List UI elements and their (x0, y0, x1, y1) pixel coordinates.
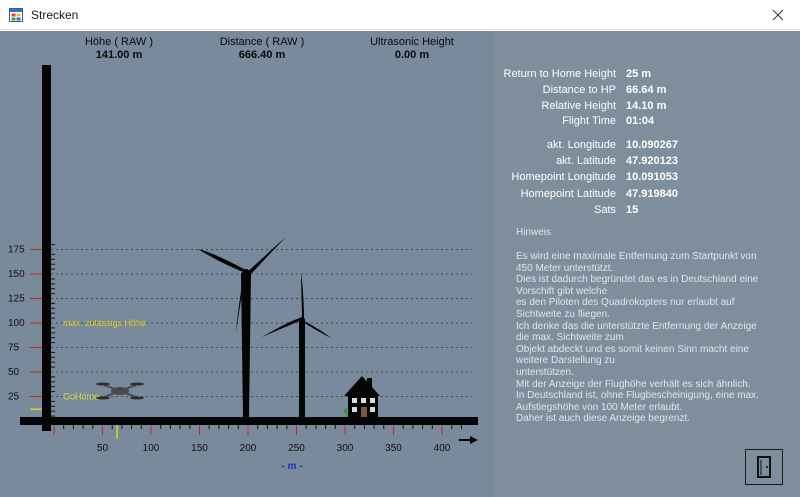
drone-icon (96, 382, 144, 400)
info-row-value: 25 m (626, 68, 652, 80)
home-point-house-icon (343, 376, 380, 418)
reference-line-label: GoHome (63, 392, 99, 402)
app-icon (9, 8, 23, 22)
info-row-label: akt. Longitude (546, 139, 616, 151)
hinweis-line: Daher ist auch diese Anzeige begrenzt. (516, 413, 690, 425)
grid-layer (51, 249, 472, 373)
y-axis (42, 65, 51, 431)
x-tick-label: 150 (191, 443, 208, 454)
hinweis-line: weitere Darstellung zu (516, 355, 615, 367)
info-row-value: 14.10 m (626, 100, 667, 112)
info-row: Homepoint Latitude 47.919840 (494, 188, 800, 204)
hinweis-line: Dies ist dadurch begründet das es in Deu… (516, 274, 759, 286)
info-row: Return to Home Height 25 m (494, 68, 800, 84)
hinweis-line: In Deutschland ist, ohne Flugbescheinigu… (516, 390, 759, 402)
info-row: Homepoint Longitude 10.091053 (494, 171, 800, 187)
hinweis-line: Objekt abdeckt und es somit keinen Sinn … (516, 343, 749, 355)
x-tick-label: 350 (385, 443, 402, 454)
chart-canvas: max. zulässigs Höhe GoHome 25507510012515… (8, 65, 478, 454)
wind-turbine-small-icon (262, 273, 331, 417)
exit-door-icon (757, 456, 771, 478)
hinweis-line: Ich denke das die unterstützte Entfernun… (516, 320, 757, 332)
y-tick-label: 50 (8, 367, 20, 378)
hinweis-line: Vorschift gibt welche (516, 285, 608, 297)
info-row-value: 10.090267 (626, 139, 678, 151)
x-tick-label: 250 (288, 443, 305, 454)
info-row: akt. Latitude 47.920123 (494, 155, 800, 171)
x-axis (20, 417, 478, 425)
height-distance-chart: Höhe ( RAW ) 141.00 m Distance ( RAW ) 6… (0, 31, 494, 497)
info-row-label: Sats (593, 204, 616, 216)
y-tick-label: 125 (8, 294, 25, 305)
exit-button[interactable] (745, 449, 783, 485)
close-icon (772, 9, 784, 21)
info-row-label: Flight Time (562, 115, 616, 127)
window-title: Strecken (31, 8, 79, 22)
info-row-value: 47.920123 (626, 155, 678, 167)
info-row-label: Relative Height (541, 100, 616, 112)
y-tick-label: 75 (8, 343, 20, 354)
info-panel: Return to Home Height 25 m Distance to HP 6… (494, 31, 800, 497)
hinweis-line: 450 Meter unterstützt. (516, 262, 614, 274)
info-row: Relative Height 14.10 m (494, 100, 800, 116)
hinweis-line: Mit der Anzeige der Flughöhe verhält es … (516, 378, 751, 390)
info-row-label: Return to Home Height (503, 68, 617, 80)
wind-turbine-large-icon (198, 237, 286, 417)
info-row-label: Homepoint Latitude (520, 188, 616, 200)
y-tick-label: 25 (8, 392, 20, 403)
info-row-label: akt. Latitude (556, 155, 616, 167)
info-row-value: 10.091053 (626, 171, 678, 183)
x-axis-label: - m - (281, 461, 303, 472)
hinweis-line: unterstützen. (516, 366, 574, 378)
y-tick-label: 150 (8, 269, 25, 280)
x-tick-label: 300 (337, 443, 354, 454)
info-row-value: 47.919840 (626, 188, 678, 200)
y-tick-label: 100 (8, 318, 25, 329)
hinweis-text: Es wird eine maximale Entfernung zum Sta… (516, 251, 778, 425)
info-row-label: Homepoint Longitude (511, 171, 616, 183)
hinweis-line: die max. Sichtweite zum (516, 332, 624, 344)
hinweis-line: es den Piloten des Quadrokopters nur erl… (516, 297, 735, 309)
info-row-value: 01:04 (626, 115, 655, 127)
hinweis-line: Aufstiegshöhe von 100 Meter erlaubt. (516, 401, 683, 413)
y-tick-label: 175 (8, 245, 25, 256)
info-row: Flight Time 01:04 (494, 115, 800, 131)
title-bar: Strecken (0, 0, 800, 30)
x-axis-arrow-icon (459, 436, 478, 444)
x-tick-label: 50 (97, 443, 109, 454)
reference-line-label: max. zulässigs Höhe (63, 318, 146, 328)
x-tick-label: 100 (143, 443, 160, 454)
info-row-value: 15 (626, 204, 639, 216)
x-tick-label: 200 (240, 443, 257, 454)
info-row-value: 66.64 m (626, 84, 667, 96)
info-row: Distance to HP 66.64 m (494, 84, 800, 100)
hinweis-line: Es wird eine maximale Entfernung zum Sta… (516, 251, 757, 262)
hinweis-title: Hinweis (516, 227, 552, 238)
x-tick-label: 400 (434, 443, 451, 454)
hinweis-line: Sichtweite zu fliegen. (516, 308, 610, 320)
close-button[interactable] (756, 0, 800, 30)
info-row-label: Distance to HP (542, 84, 616, 96)
info-row: akt. Longitude 10.090267 (494, 139, 800, 155)
info-row: Sats 15 (494, 204, 800, 220)
